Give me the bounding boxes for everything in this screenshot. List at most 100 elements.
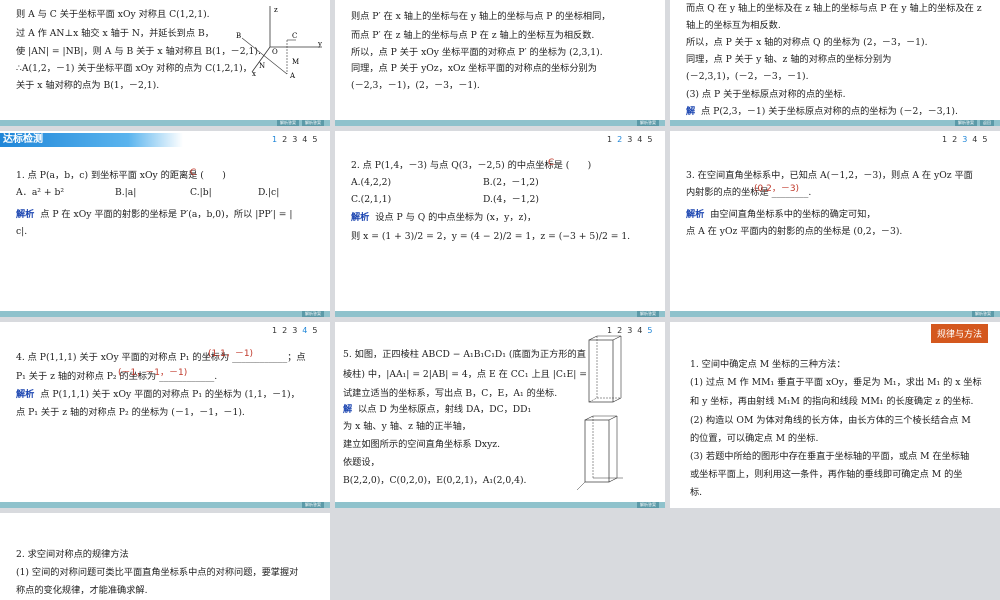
page-number[interactable]: 1 [272, 135, 282, 144]
footer-button[interactable]: 解析答案 [637, 502, 659, 508]
slide3-line-4: 同理，点 P 关于 y 轴、z 轴的对称点的坐标分别为 [686, 54, 892, 65]
footer-button[interactable]: 解析答案 [302, 502, 324, 508]
solution-text: 设点 P 与 Q 的中点坐标为 (x，y，z)， [375, 212, 537, 223]
slide-4[interactable]: 达标检测 12345 1. 点 P(a，b，c) 到坐标平面 xOy 的距离是 … [0, 131, 330, 317]
slide1-line-2: 过 A 作 AN⊥x 轴交 x 轴于 N，并延长到点 B， [16, 28, 214, 39]
slide-6[interactable]: 12345 3. 在空间直角坐标系中，已知点 A(－1,2，－3)，则点 A 在… [670, 131, 1000, 317]
fig-label: C [292, 32, 297, 40]
page-number[interactable]: 3 [292, 326, 302, 335]
page-number[interactable]: 5 [647, 326, 657, 335]
page-number[interactable]: 5 [982, 135, 992, 144]
solution-label: 解析 [16, 389, 35, 400]
slide3-question-3: (3) 点 P 关于坐标原点对称的点的坐标. [686, 89, 846, 100]
slide-3[interactable]: 而点 Q 在 y 轴上的坐标及在 z 轴上的坐标与点 P 在 y 轴上的坐标及在… [670, 0, 1000, 126]
solution-text-2: 点 P₁ 关于 z 轴的对称点 P₂ 的坐标为 (－1，－1，－1). [16, 407, 245, 418]
page-number[interactable]: 5 [312, 326, 322, 335]
fig-label: y [317, 40, 322, 48]
solution-line: 解析 设点 P 与 Q 的中点坐标为 (x，y，z)， [351, 209, 536, 226]
option-d: D.(4，－1,2) [483, 194, 539, 205]
page-number[interactable]: 4 [637, 326, 647, 335]
pager[interactable]: 12345 [942, 135, 992, 144]
page-number[interactable]: 1 [607, 135, 617, 144]
solution-label: 解 [343, 404, 353, 415]
footer-button[interactable]: 解析答案 [637, 311, 659, 317]
slide-footer: 解析答案 [0, 502, 330, 508]
page-number[interactable]: 1 [272, 326, 282, 335]
fig-label: z [274, 6, 278, 14]
solution-label: 解析 [351, 212, 370, 223]
solution-text: 点 P(2,3，－1) 关于坐标原点对称的点的坐标为 (－2，－3,1). [701, 106, 958, 117]
pager[interactable]: 12345 [607, 135, 657, 144]
fig-label: A [289, 72, 296, 80]
slide2-line-1: 则点 P′ 在 x 轴上的坐标与在 y 轴上的坐标与点 P 的坐标相同， [351, 11, 611, 22]
option-d: D.|c| [258, 187, 280, 198]
fig-label: O [272, 48, 278, 56]
rules-line-7: 或坐标平面上，则利用这一条件，再作轴的垂线即可确定点 M 的坐 [690, 469, 963, 480]
rules-and-methods-button[interactable]: 规律与方法 [930, 324, 988, 343]
slide-footer: 解析答案 返回 [670, 120, 1000, 126]
slide3-solution: 解 点 P(2,3，－1) 关于坐标原点对称的点的坐标为 (－2，－3,1). [686, 103, 958, 120]
problem-line-2: 棱柱) 中，|AA₁| = 2|AB| = 4，点 E 在 CC₁ 上且 |C₁… [343, 369, 587, 380]
footer-button[interactable]: 解析答案 [277, 120, 299, 126]
slide3-line-2: 轴上的坐标互为相反数. [686, 20, 781, 31]
page-number[interactable]: 5 [647, 135, 657, 144]
page-number[interactable]: 4 [972, 135, 982, 144]
pager[interactable]: 12345 [272, 326, 322, 335]
solution-line: 解析 点 P(1,1,1) 关于 xOy 平面的对称点 P₁ 的坐标为 (1,1… [16, 386, 300, 403]
page-number[interactable]: 4 [302, 326, 312, 335]
rules-line-5: 的位置，可以确定点 M 的坐标. [690, 433, 819, 444]
slide-8[interactable]: 12345 5. 如图，正四棱柱 ABCD − A₁B₁C₁D₁ (底面为正方形… [335, 322, 665, 508]
footer-button[interactable]: 解析答案 [302, 120, 324, 126]
rules-line-2: (1) 过点 M 作 MM₁ 垂直于平面 xOy，垂足为 M₁，求出 M₁ 的 … [690, 377, 982, 388]
solution-line: 解 以点 D 为坐标原点，射线 DA，DC，DD₁ [343, 401, 531, 418]
page-number[interactable]: 2 [282, 135, 292, 144]
answer-mark: (0,2，－3) [754, 184, 800, 194]
slide2-line-3: 所以，点 P 关于 xOy 坐标平面的对称点 P′ 的坐标为 (2,3,1). [351, 47, 603, 58]
page-number[interactable]: 4 [637, 135, 647, 144]
slide-footer: 解析答案 [0, 311, 330, 317]
page-number[interactable]: 2 [617, 135, 627, 144]
prism-figure-top [588, 335, 622, 403]
solution-label: 解 [686, 106, 696, 117]
slide-footer: 解析答案 [335, 311, 665, 317]
slide-10[interactable]: 2. 求空间对称点的规律方法 (1) 空间的对称问题可类比平面直角坐标系中点的对… [0, 513, 330, 600]
rules-line-6: (3) 若题中所给的图形中存在垂直于坐标轴的平面，或点 M 在坐标轴 [690, 451, 970, 462]
page-number[interactable]: 2 [282, 326, 292, 335]
back-button[interactable]: 返回 [980, 120, 994, 126]
slide2-line-5: (－2,3，－1)，(2，－3，－1). [351, 80, 480, 91]
footer-button[interactable]: 解析答案 [972, 311, 994, 317]
slide-1[interactable]: 则 A 与 C 关于坐标平面 xOy 对称且 C(1,2,1). 过 A 作 A… [0, 0, 330, 126]
method-line-3: 称点的变化规律，才能准确求解. [16, 585, 148, 596]
answer-mark-2: (－1，－1，－1) [118, 368, 188, 378]
slide-7[interactable]: 12345 4. 点 P(1,1,1) 关于 xOy 平面的对称点 P₁ 的坐标… [0, 322, 330, 508]
question-text: 4. 点 P(1,1,1) 关于 xOy 平面的对称点 P₁ 的坐标为 ____… [16, 352, 306, 363]
solution-text: 以点 D 为坐标原点，射线 DA，DC，DD₁ [358, 404, 532, 415]
answer-mark-1: (1,1，－1) [208, 349, 254, 359]
slide-9[interactable]: 规律与方法 1. 空间中确定点 M 坐标的三种方法： (1) 过点 M 作 MM… [670, 322, 1000, 508]
page-number[interactable]: 5 [312, 135, 322, 144]
method-line-2: (1) 空间的对称问题可类比平面直角坐标系中点的对称问题，要掌握对 [16, 567, 299, 578]
page-number[interactable]: 4 [302, 135, 312, 144]
prism-figure-bottom [576, 415, 623, 491]
solution-text: 点 P(1,1,1) 关于 xOy 平面的对称点 P₁ 的坐标为 (1,1，－1… [40, 389, 300, 400]
option-a: A.(4,2,2) [351, 177, 392, 188]
rules-line-1: 1. 空间中确定点 M 坐标的三种方法： [690, 359, 846, 370]
slide-footer: 解析答案 [335, 120, 665, 126]
option-c: C.(2,1,1) [351, 194, 392, 205]
solution-label: 解析 [16, 209, 35, 220]
footer-button[interactable]: 解析答案 [637, 120, 659, 126]
rules-line-3: 和 y 坐标，再由射线 M₁M 的指向和线段 MM₁ 的长度确定 z 的坐标. [690, 396, 974, 407]
fig-label: M [292, 58, 299, 66]
slide-5[interactable]: 12345 2. 点 P(1,4，－3) 与点 Q(3，－2,5) 的中点坐标是… [335, 131, 665, 317]
page-number[interactable]: 3 [627, 135, 637, 144]
slide3-line-1: 而点 Q 在 y 轴上的坐标及在 z 轴上的坐标与点 P 在 y 轴上的坐标及在… [686, 3, 982, 14]
rules-line-8: 标. [690, 487, 703, 498]
page-number[interactable]: 1 [942, 135, 952, 144]
pager[interactable]: 12345 [272, 135, 322, 144]
page-number[interactable]: 3 [962, 135, 972, 144]
page-number[interactable]: 3 [292, 135, 302, 144]
footer-button[interactable]: 解析答案 [955, 120, 977, 126]
page-number[interactable]: 2 [952, 135, 962, 144]
footer-button[interactable]: 解析答案 [302, 311, 324, 317]
slide-2[interactable]: 则点 P′ 在 x 轴上的坐标与在 y 轴上的坐标与点 P 的坐标相同， 而点 … [335, 0, 665, 126]
